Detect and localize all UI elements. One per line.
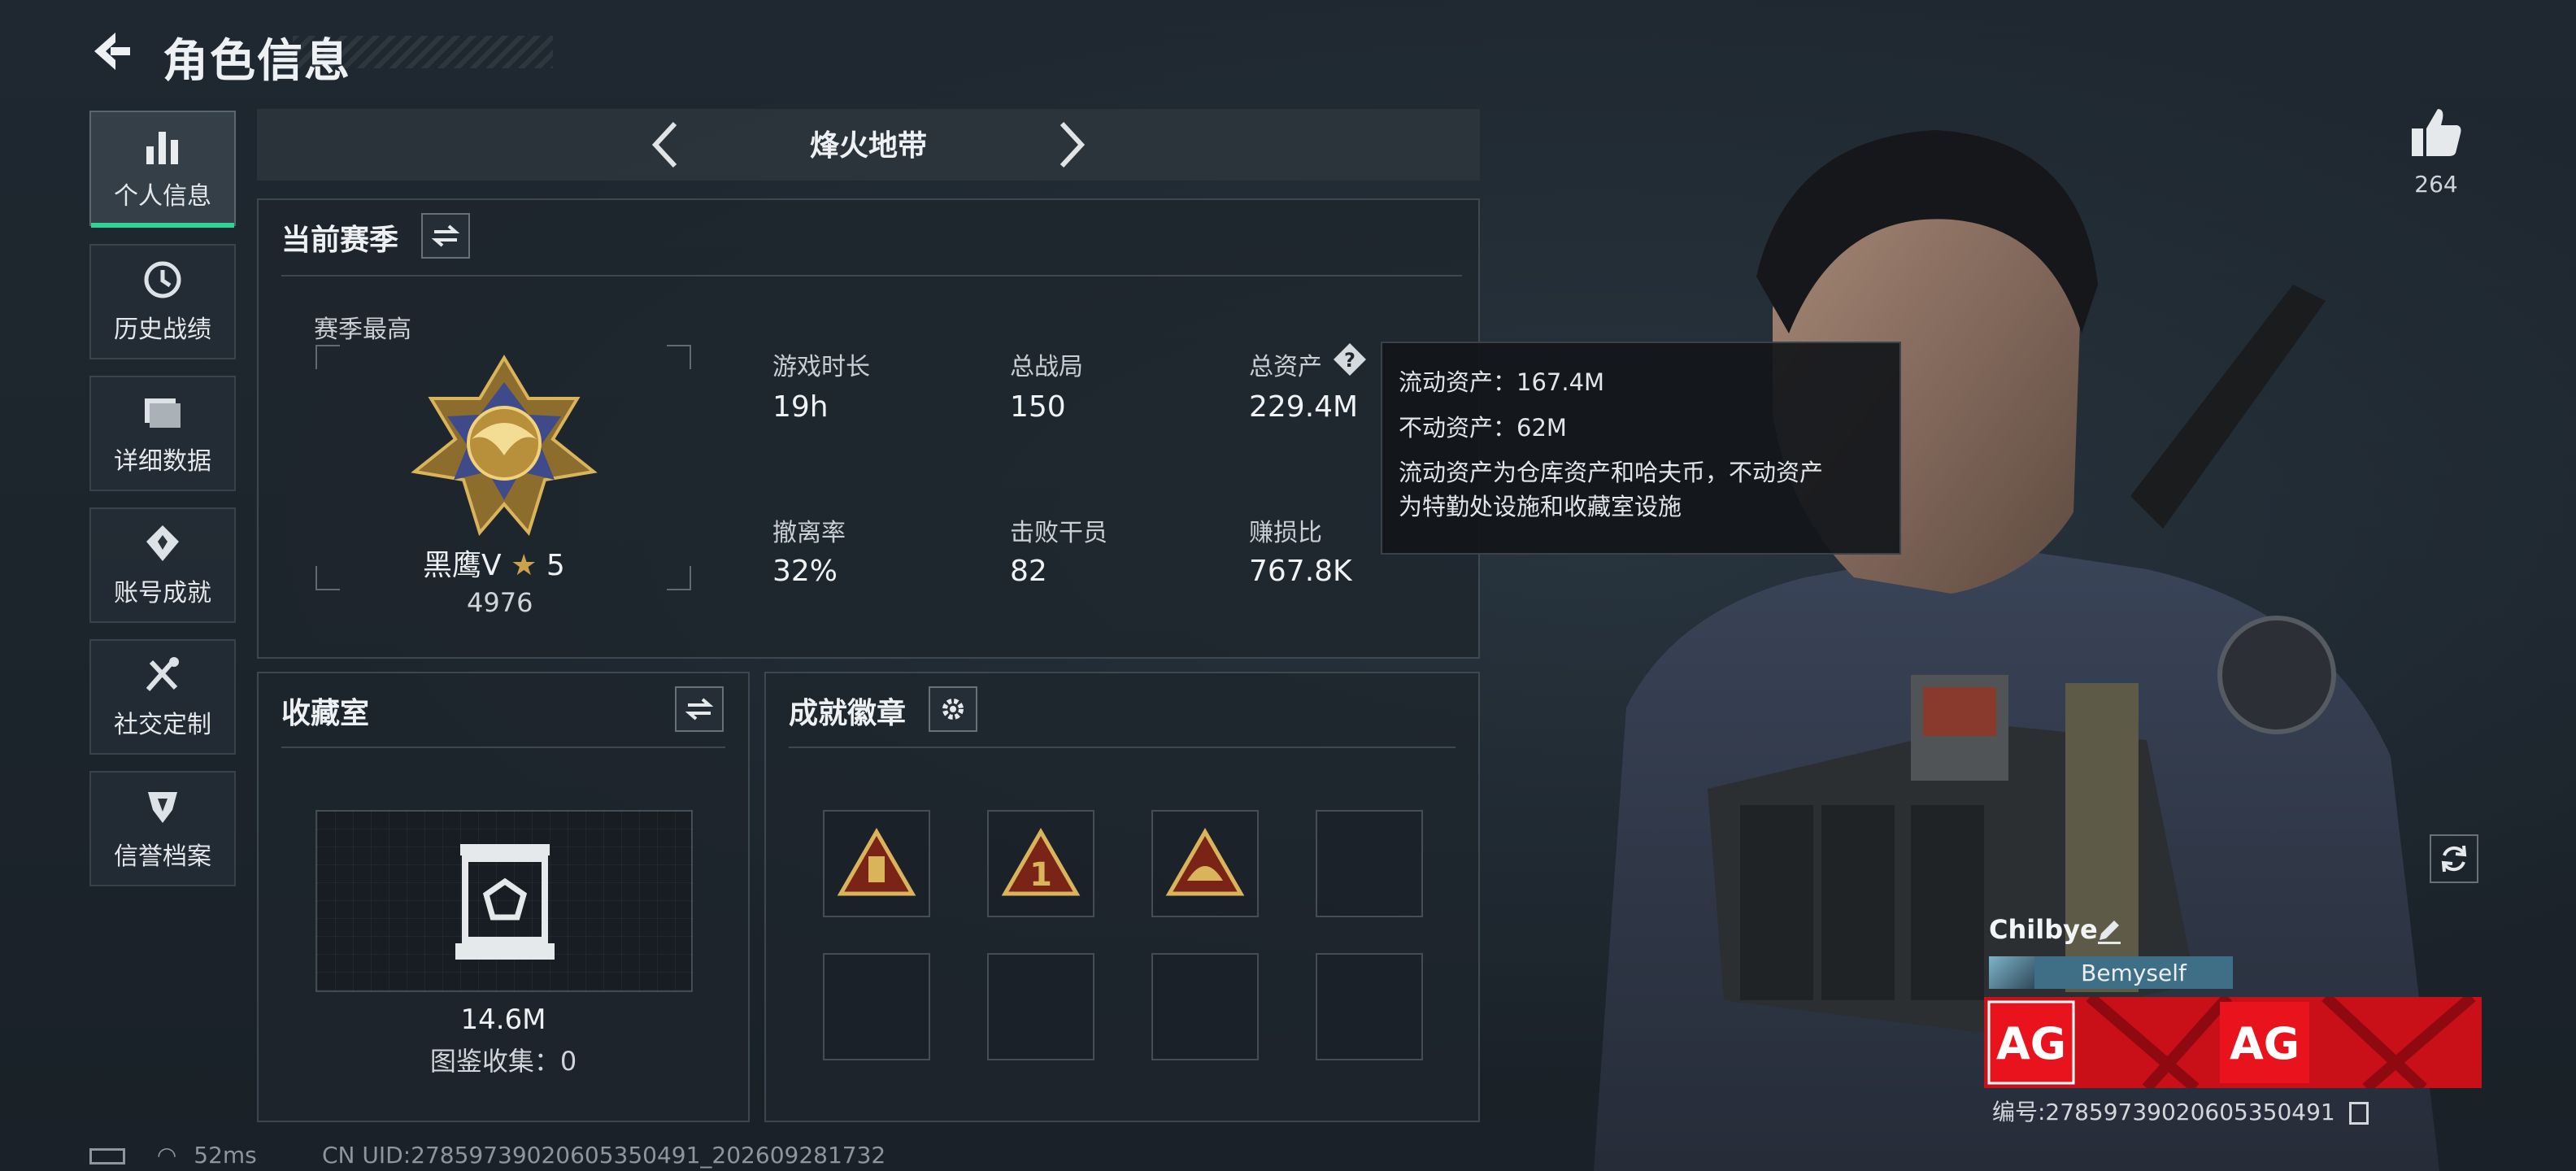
section-title: 当前赛季 [281,224,399,257]
stat-label: 撤离率 [772,519,846,547]
sidebar-item-social[interactable]: 社交定制 [89,639,236,755]
tooltip-line: 流动资产为仓库资产和哈夫币，不动资产 [1399,459,1824,486]
stat-label: 总战局 [1010,353,1083,381]
swap-icon [685,698,714,720]
player-name: Chilbye [1989,914,2098,945]
chevron-right-icon[interactable] [1054,120,1090,169]
edit-icon[interactable] [2095,916,2124,945]
rank-stars: 5 [546,549,565,582]
stat-value: 767.8K [1249,555,1352,588]
ping-text: 52ms [194,1142,257,1169]
status-uid: CN UID:2785973902060535049​1_20260928173… [322,1142,886,1169]
badge-slot[interactable] [987,953,1094,1060]
tools-icon [146,657,179,691]
collection-value: 14.6M [460,1003,546,1036]
badge-slot[interactable]: 1 [987,810,1094,917]
divider [789,747,1456,748]
helmet-badge-icon [1165,828,1245,896]
svg-text:AG: AG [2230,1018,2300,1069]
stat-value: 32% [772,555,838,588]
team-name: Bemyself [2081,959,2187,986]
display-case-icon [455,844,555,960]
copy-icon[interactable] [2348,1102,2369,1125]
rotate-model-button[interactable] [2430,834,2478,883]
rank-name: 黑鹰V [423,549,502,582]
help-icon[interactable]: ? [1332,342,1368,377]
uid-text: 编号:2785973902060535049​1 [1992,1099,2335,1125]
gear-icon [942,699,964,720]
section-title: 收藏室 [281,697,370,730]
rank-caption: 赛季最高 [314,316,411,344]
history-icon [144,261,181,298]
switch-button[interactable] [675,686,724,732]
team-emblem-icon [1989,956,2034,989]
sidebar-item-label: 信誉档案 [114,842,211,871]
svg-text:?: ? [1344,349,1355,372]
badge-slot[interactable] [1151,953,1259,1060]
badge-settings-button[interactable] [929,686,977,732]
thumbs-up-icon[interactable] [2408,104,2464,159]
stat-label: 击败干员 [1010,519,1107,547]
player-uid: 编号:2785973902060535049​1 [1992,1095,2369,1127]
asset-tooltip: 流动资产：167.4M 不动资产：62M 流动资产为仓库资产和哈夫币，不动资产 … [1381,342,1901,555]
swap-icon [431,224,460,247]
svg-text:1: 1 [1029,856,1052,894]
sidebar-item-profile[interactable]: 个人信息 [89,111,236,228]
star-icon: ★ [511,549,537,582]
page-title: 角色信息 [163,35,351,88]
sidebar-item-details[interactable]: 详细数据 [89,376,236,491]
profile-banner[interactable]: AG AG [1984,997,2482,1088]
like-count: 264 [2414,171,2458,198]
sidebar-item-history[interactable]: 历史战绩 [89,244,236,359]
section-title: 成就徽章 [789,697,907,730]
switch-button[interactable] [421,213,470,259]
stat-value: 82 [1010,555,1047,588]
first-place-badge-icon: 1 [1001,828,1081,896]
battery-icon [89,1148,125,1164]
refresh-icon [2441,845,2467,873]
tooltip-line: 不动资产：62M [1399,414,1567,442]
sidebar-item-label: 社交定制 [114,711,211,739]
extraction-badge-icon [837,828,916,896]
sidebar-item-label: 详细数据 [114,447,211,476]
badge-slot[interactable] [1316,953,1423,1060]
tooltip-line: 流动资产：167.4M [1399,368,1605,396]
badge-slot[interactable] [823,953,930,1060]
stat-value: 229.4M [1249,390,1359,424]
rank-score: 4976 [467,587,533,618]
divider [281,275,1462,276]
shield-icon [148,792,177,823]
badge-slot[interactable] [823,810,930,917]
collection-caption: 图鉴收集：0 [429,1046,577,1077]
season-name: 烽火地带 [809,129,927,163]
achievement-icon [146,525,179,561]
badge-slot[interactable] [1151,810,1259,917]
stat-value: 150 [1010,390,1066,424]
stat-label: 游戏时长 [772,353,870,381]
status-bar: ◠ 52ms [89,1142,257,1169]
bar-chart-icon [146,132,178,164]
sidebar-item-label: 个人信息 [114,182,211,211]
sidebar-item-label: 账号成就 [114,579,211,607]
team-tag[interactable]: Bemyself [1989,956,2233,989]
stat-label: 总资产 [1249,353,1322,381]
back-arrow-icon[interactable] [88,28,135,75]
stat-label: 赚损比 [1249,519,1322,547]
banner-art: AG AG [1984,997,2482,1088]
sidebar-item-label: 历史战绩 [114,316,211,344]
svg-text:AG: AG [1996,1018,2066,1069]
stat-value: 19h [772,390,829,424]
badge-slot[interactable] [1316,810,1423,917]
divider [281,747,725,748]
sidebar-item-achievements[interactable]: 账号成就 [89,507,236,623]
folder-icon [145,398,181,428]
rank-label: 黑鹰V ★ 5 [423,542,565,584]
rank-emblem-icon [411,355,598,537]
wifi-icon: ◠ [156,1142,177,1169]
sidebar-item-reputation[interactable]: 信誉档案 [89,771,236,886]
tooltip-line: 为特勤处设施和收藏室设施 [1399,493,1682,520]
